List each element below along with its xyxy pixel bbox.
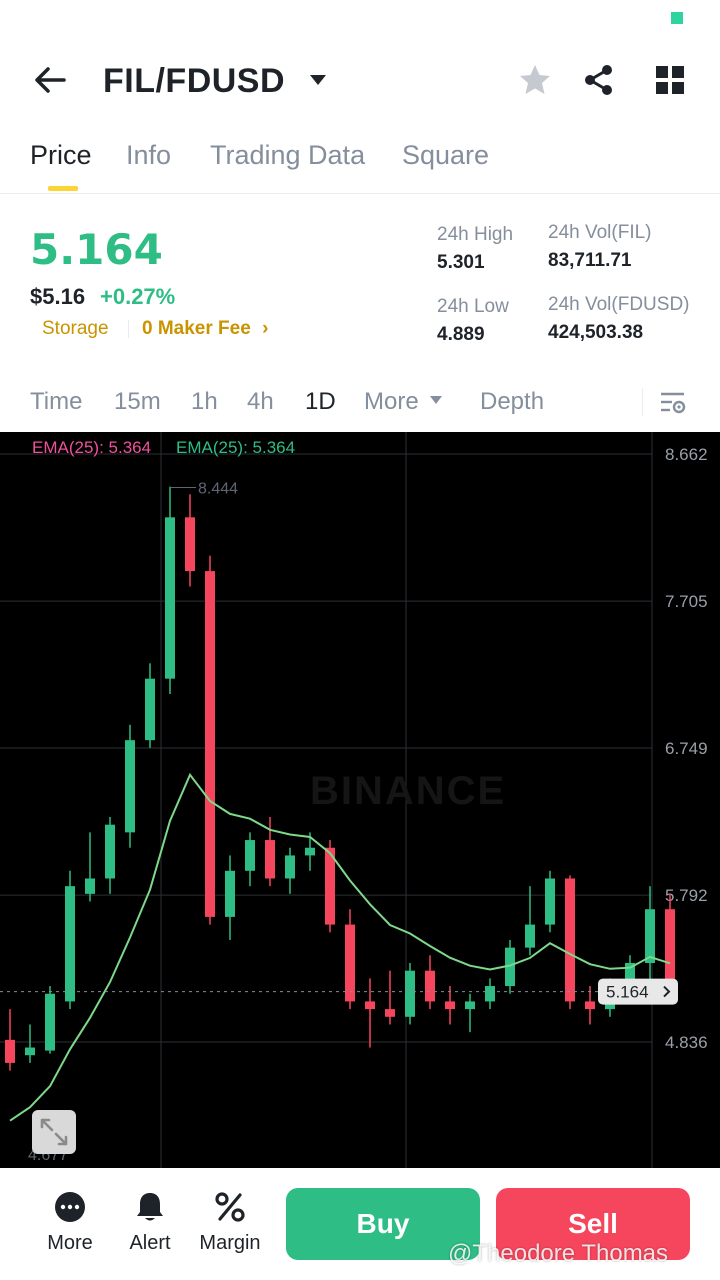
- interval-divider: [642, 388, 643, 416]
- candle-body: [285, 855, 295, 879]
- y-tick-label: 6.749: [665, 739, 708, 758]
- candle-body: [25, 1047, 35, 1056]
- stat-24h-vol-base: 83,711.71: [548, 250, 632, 271]
- margin-button[interactable]: Margin: [190, 1190, 270, 1255]
- stat-24h-vol-quote: 424,503.38: [548, 322, 644, 343]
- stat-24h-vol-quote-label: 24h Vol(FDUSD): [548, 294, 690, 315]
- stat-24h-low-label: 24h Low: [437, 296, 509, 317]
- candle-body: [345, 924, 355, 1002]
- chevron-right-icon: ›: [262, 318, 269, 339]
- chart-canvas: BINANCE8.6627.7056.7495.7924.8368.4444.6…: [0, 432, 708, 1168]
- status-indicator: [671, 12, 683, 24]
- tab-info[interactable]: Info: [126, 140, 171, 171]
- y-tick-label: 8.662: [665, 445, 708, 464]
- candle-body: [525, 924, 535, 948]
- candle-body: [445, 1001, 455, 1010]
- candle-body: [405, 970, 415, 1017]
- y-tick-label: 7.705: [665, 592, 708, 611]
- margin-label: Margin: [199, 1232, 261, 1254]
- back-arrow-icon[interactable]: [30, 62, 70, 98]
- maker-fee-label: 0 Maker Fee: [142, 318, 251, 339]
- candle-body: [225, 870, 235, 917]
- fullscreen-button[interactable]: [32, 1110, 76, 1154]
- chart-watermark: BINANCE: [310, 769, 506, 813]
- candlestick-chart[interactable]: BINANCE 8.662 7.705 6.749 5.792 4.836 8.444 4.6…: [0, 432, 720, 1168]
- tag-divider: [128, 320, 129, 338]
- alert-button[interactable]: Alert: [110, 1190, 190, 1255]
- ema-legend-1: EMA(25): 5.364: [32, 438, 152, 457]
- interval-time[interactable]: Time: [30, 388, 82, 416]
- candle-body: [145, 678, 155, 741]
- candle-body: [365, 1001, 375, 1010]
- last-price-label: 5.164: [606, 983, 649, 1002]
- candle-body: [5, 1039, 15, 1063]
- bell-icon: [137, 1193, 163, 1221]
- more-label: More: [47, 1232, 93, 1254]
- candle-body: [305, 847, 315, 856]
- stat-24h-low: 4.889: [437, 324, 485, 345]
- candle-body: [425, 970, 435, 1002]
- candle-body: [585, 1001, 595, 1010]
- interval-1d[interactable]: 1D: [305, 388, 336, 416]
- pair-title[interactable]: FIL/FDUSD: [103, 62, 285, 101]
- more-dots-icon: [55, 1192, 85, 1222]
- interval-4h[interactable]: 4h: [247, 388, 274, 416]
- maker-fee-link[interactable]: 0 Maker Fee ›: [142, 318, 268, 340]
- candle-body: [465, 1001, 475, 1010]
- chart-settings-icon[interactable]: [660, 390, 686, 416]
- candle-body: [45, 993, 55, 1051]
- expand-icon: [40, 1118, 68, 1146]
- candle-body: [385, 1009, 395, 1017]
- candle-body: [185, 517, 195, 572]
- page-tabs: Price Info Trading Data Square: [0, 130, 720, 194]
- high-marker-label: 8.444: [198, 481, 238, 498]
- bottom-action-bar: More Alert Margin Buy Sell @Theodore Tho…: [0, 1168, 720, 1280]
- active-tab-indicator: [48, 186, 78, 191]
- tab-trading-data[interactable]: Trading Data: [210, 140, 365, 171]
- candle-body: [125, 740, 135, 833]
- caret-down-icon[interactable]: [308, 72, 328, 88]
- price-change: +0.27%: [100, 284, 176, 309]
- stat-24h-vol-base-label: 24h Vol(FIL): [548, 222, 652, 243]
- tab-square[interactable]: Square: [402, 140, 489, 171]
- interval-more-label: More: [364, 388, 419, 415]
- interval-bar: Time 15m 1h 4h 1D More Depth: [0, 380, 720, 424]
- candle-body: [105, 824, 115, 879]
- ema-legend-2: EMA(25): 5.364: [176, 438, 296, 457]
- tag-storage[interactable]: Storage: [42, 318, 109, 340]
- tab-price[interactable]: Price: [30, 140, 92, 171]
- interval-depth[interactable]: Depth: [480, 388, 544, 416]
- candle-body: [165, 517, 175, 679]
- star-icon[interactable]: [517, 62, 553, 98]
- alert-label: Alert: [129, 1232, 171, 1254]
- candle-body: [545, 878, 555, 925]
- last-price: 5.164: [30, 225, 163, 274]
- candle-body: [485, 986, 495, 1002]
- interval-more[interactable]: More: [364, 388, 443, 416]
- usd-price: $5.16: [30, 284, 86, 309]
- grid-icon[interactable]: [652, 62, 688, 98]
- interval-1h[interactable]: 1h: [191, 388, 218, 416]
- candle-body: [85, 878, 95, 894]
- stat-24h-high: 5.301: [437, 252, 485, 273]
- y-tick-label: 4.836: [665, 1033, 708, 1052]
- header: FIL/FDUSD: [0, 50, 720, 112]
- share-icon[interactable]: [581, 62, 617, 98]
- interval-15m[interactable]: 15m: [114, 388, 161, 416]
- caret-down-icon: [430, 396, 443, 404]
- candle-body: [265, 840, 275, 879]
- candle-body: [245, 840, 255, 871]
- candle-body: [65, 886, 75, 1002]
- percent-icon: [215, 1192, 245, 1222]
- watermark-text: @Theodore Thomas: [448, 1240, 669, 1267]
- candle-body: [205, 571, 215, 917]
- stat-24h-high-label: 24h High: [437, 224, 514, 245]
- candle-body: [565, 878, 575, 1002]
- y-tick-label: 5.792: [665, 886, 708, 905]
- candle-body: [645, 909, 655, 964]
- more-button[interactable]: More: [30, 1190, 110, 1255]
